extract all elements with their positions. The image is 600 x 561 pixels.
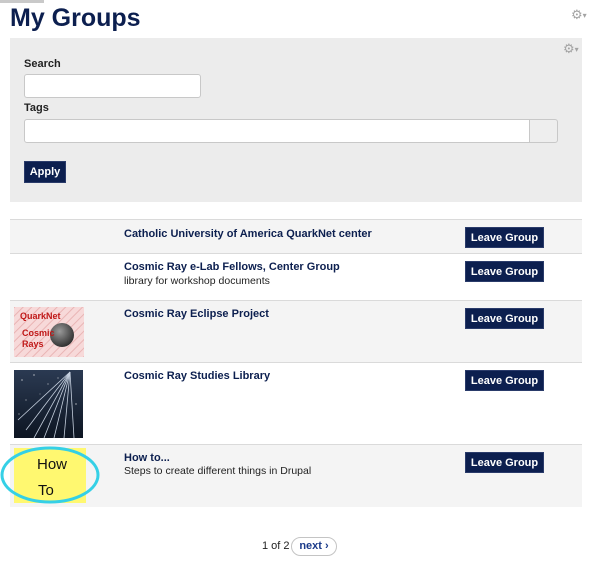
group-thumbnail: How To bbox=[0, 445, 100, 507]
apply-button[interactable]: Apply bbox=[24, 161, 66, 183]
gear-icon[interactable]: ⚙▾ bbox=[563, 42, 579, 56]
how-to-image: How To bbox=[0, 446, 100, 504]
group-title[interactable]: Cosmic Ray Eclipse Project bbox=[124, 308, 269, 320]
tags-label: Tags bbox=[24, 102, 49, 114]
group-description: Steps to create different things in Drup… bbox=[124, 465, 312, 477]
tags-input[interactable] bbox=[24, 119, 530, 143]
table-row: Catholic University of America QuarkNet … bbox=[10, 219, 582, 254]
thumbnail-text: To bbox=[38, 482, 54, 499]
leave-group-button[interactable]: Leave Group bbox=[465, 370, 544, 391]
group-title[interactable]: Cosmic Ray Studies Library bbox=[124, 370, 270, 382]
leave-group-button[interactable]: Leave Group bbox=[465, 261, 544, 282]
table-row: Cosmic Ray Studies Library Leave Group bbox=[10, 362, 582, 444]
table-row: How To How to... Steps to create differe… bbox=[0, 444, 582, 507]
filter-panel: ⚙▾ Search Tags Apply bbox=[10, 38, 582, 202]
page-title: My Groups bbox=[10, 4, 141, 32]
group-thumbnail bbox=[14, 370, 83, 438]
gear-icon[interactable]: ⚙▾ bbox=[571, 8, 587, 22]
group-title[interactable]: Cosmic Ray e-Lab Fellows, Center Group bbox=[124, 261, 340, 273]
table-row: QuarkNet Cosmic Rays Cosmic Ray Eclipse … bbox=[10, 300, 582, 363]
group-title[interactable]: Catholic University of America QuarkNet … bbox=[124, 228, 372, 240]
thumbnail-text: How bbox=[37, 456, 67, 473]
thumbnail-text: Rays bbox=[22, 339, 44, 349]
leave-group-button[interactable]: Leave Group bbox=[465, 227, 544, 248]
search-input[interactable] bbox=[24, 74, 201, 98]
next-page-button[interactable]: next › bbox=[291, 537, 337, 556]
page-count: 1 of 2 bbox=[262, 540, 290, 552]
thumbnail-text: QuarkNet bbox=[20, 311, 61, 321]
group-thumbnail: QuarkNet Cosmic Rays bbox=[14, 307, 84, 357]
pager: 1 of 2 next › bbox=[0, 537, 600, 557]
cosmic-ray-shower-image bbox=[14, 370, 83, 438]
leave-group-button[interactable]: Leave Group bbox=[465, 452, 544, 473]
group-description: library for workshop documents bbox=[124, 275, 270, 287]
group-title[interactable]: How to... bbox=[124, 452, 170, 464]
quarknet-logo-image: QuarkNet Cosmic Rays bbox=[14, 307, 84, 357]
leave-group-button[interactable]: Leave Group bbox=[465, 308, 544, 329]
search-label: Search bbox=[24, 58, 61, 70]
table-row: Cosmic Ray e-Lab Fellows, Center Group l… bbox=[10, 253, 582, 300]
thumbnail-text: Cosmic bbox=[22, 328, 55, 338]
tags-autocomplete-button[interactable] bbox=[529, 119, 558, 143]
top-divider bbox=[0, 0, 44, 3]
